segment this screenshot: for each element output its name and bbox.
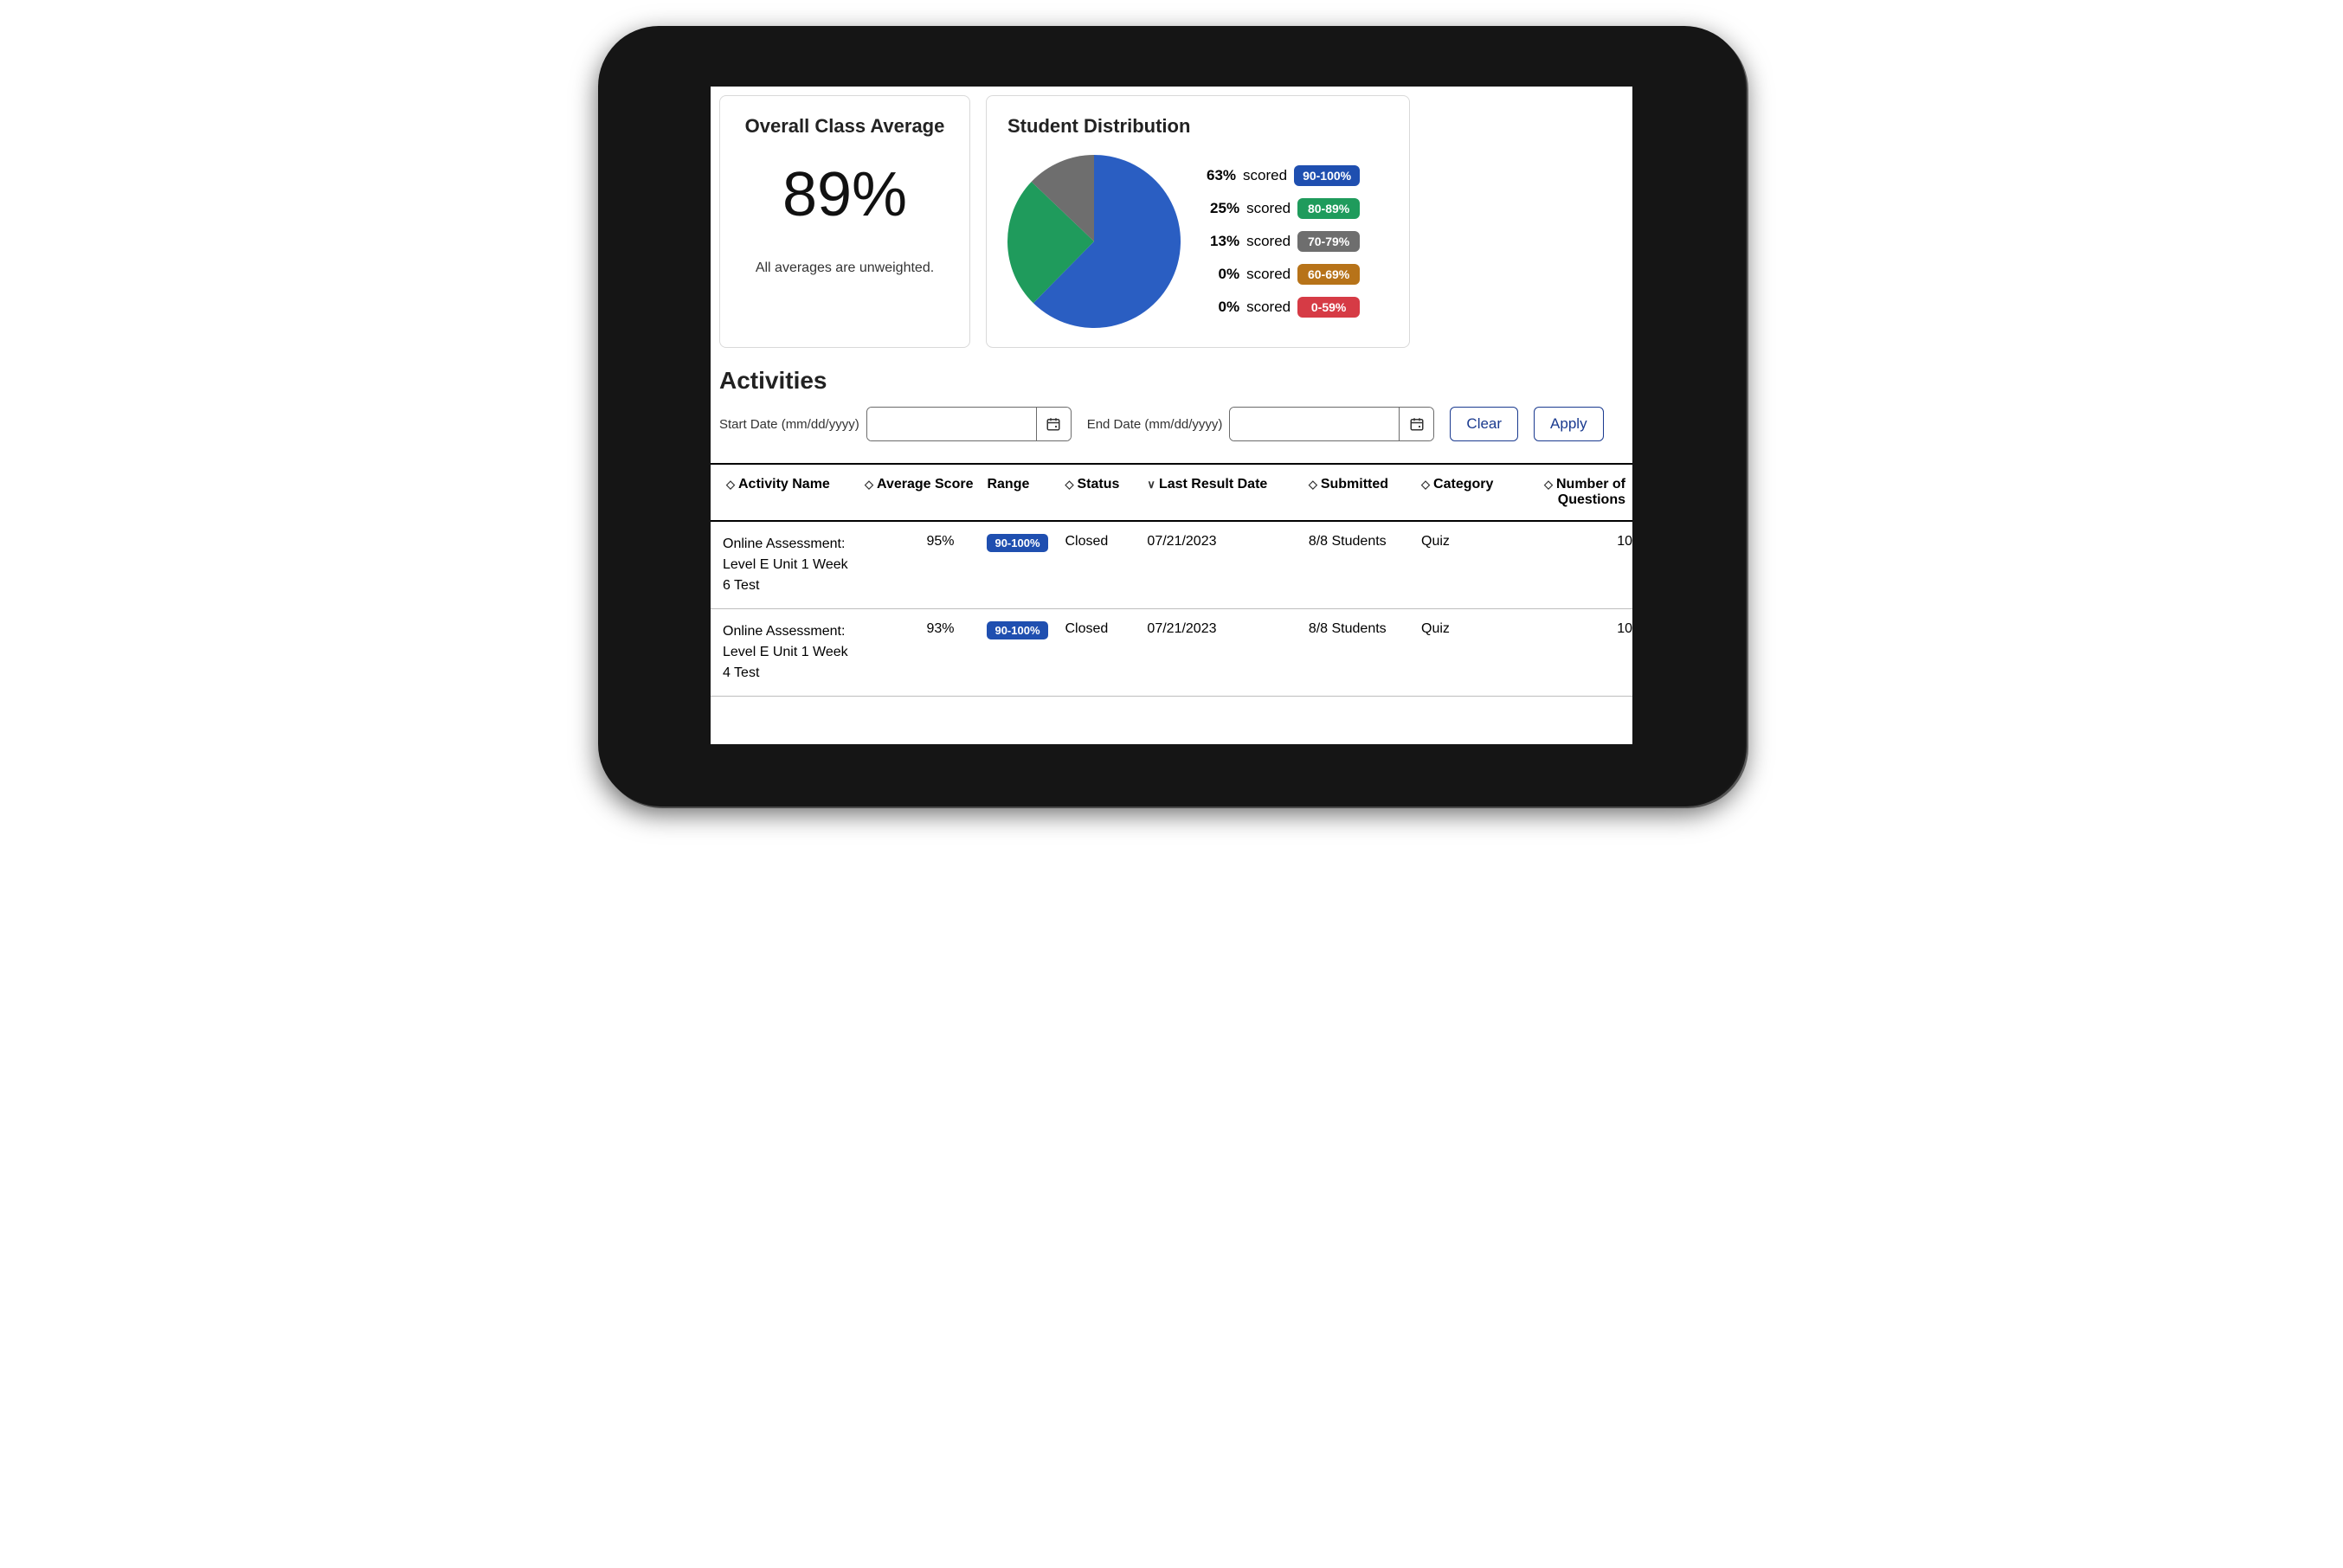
col-range[interactable]: Range [980, 464, 1058, 521]
range-badge: 90-100% [987, 621, 1047, 639]
cell-number-of-questions: 10 [1518, 609, 1632, 697]
table-row[interactable]: Online Assessment: Level E Unit 1 Week 4… [711, 609, 1632, 697]
start-date-picker-button[interactable] [1036, 408, 1071, 440]
col-last-result-date[interactable]: ∨Last Result Date [1140, 464, 1301, 521]
col-category[interactable]: ◇Category [1414, 464, 1518, 521]
col-average-score[interactable]: ◇Average Score [858, 464, 980, 521]
legend-row: 63% scored 90-100% [1207, 165, 1360, 186]
legend-row: 13% scored 70-79% [1207, 231, 1360, 252]
overall-average-title: Overall Class Average [741, 115, 949, 138]
legend-scored-word: scored [1243, 167, 1287, 184]
legend-percent: 0% [1219, 299, 1240, 316]
calendar-icon [1409, 416, 1425, 432]
col-activity-name[interactable]: ◇Activity Name [711, 464, 858, 521]
cell-average-score: 95% [858, 521, 980, 609]
legend-badge: 80-89% [1297, 198, 1360, 219]
legend-percent: 63% [1207, 167, 1236, 184]
legend-badge: 0-59% [1297, 297, 1360, 318]
cell-number-of-questions: 10 [1518, 521, 1632, 609]
student-distribution-card: Student Distribution 63%scored90-100%25%… [986, 95, 1410, 348]
sort-icon: ◇ [1421, 478, 1430, 492]
distribution-pie-chart [1007, 155, 1181, 328]
legend-percent: 25% [1210, 200, 1239, 217]
tablet-frame: Overall Class Average 89% All averages a… [598, 26, 1745, 805]
activities-table: ◇Activity Name ◇Average Score Range ◇Sta… [711, 463, 1632, 697]
cell-last-result-date: 07/21/2023 [1140, 609, 1301, 697]
legend-percent: 13% [1210, 233, 1239, 250]
legend-badge: 60-69% [1297, 264, 1360, 285]
cell-activity-name: Online Assessment: Level E Unit 1 Week 4… [711, 609, 858, 697]
end-date-picker-button[interactable] [1399, 408, 1433, 440]
end-date-input[interactable] [1230, 408, 1399, 440]
cell-last-result-date: 07/21/2023 [1140, 521, 1301, 609]
range-badge: 90-100% [987, 534, 1047, 552]
col-submitted[interactable]: ◇Submitted [1302, 464, 1414, 521]
start-date-label: Start Date (mm/dd/yyyy) [719, 417, 859, 432]
col-status[interactable]: ◇Status [1058, 464, 1140, 521]
legend-badge: 70-79% [1297, 231, 1360, 252]
overall-average-value: 89% [741, 164, 949, 226]
legend-row: 25% scored 80-89% [1207, 198, 1360, 219]
sort-icon: ◇ [865, 478, 873, 492]
legend-badge: 90-100% [1294, 165, 1360, 186]
cell-range: 90-100% [980, 521, 1058, 609]
sort-icon: ◇ [1065, 478, 1073, 492]
cell-status: Closed [1058, 521, 1140, 609]
cell-category: Quiz [1414, 521, 1518, 609]
activities-heading: Activities [711, 348, 1632, 407]
legend-scored-word: scored [1246, 299, 1291, 316]
cell-submitted: 8/8 Students [1302, 609, 1414, 697]
activities-filters: Start Date (mm/dd/yyyy) E [711, 407, 1632, 463]
sort-desc-icon: ∨ [1147, 478, 1155, 492]
start-date-input[interactable] [867, 408, 1036, 440]
sort-icon: ◇ [726, 478, 735, 492]
cell-activity-name: Online Assessment: Level E Unit 1 Week 6… [711, 521, 858, 609]
distribution-legend: 63%scored90-100%25%scored80-89%13%scored… [1207, 165, 1360, 318]
legend-row: 0% scored 0-59% [1207, 297, 1360, 318]
legend-percent: 0% [1219, 266, 1240, 283]
col-number-of-questions[interactable]: ◇Number of Questions [1518, 464, 1632, 521]
end-date-label: End Date (mm/dd/yyyy) [1087, 417, 1223, 432]
cell-average-score: 93% [858, 609, 980, 697]
cell-category: Quiz [1414, 609, 1518, 697]
overall-average-card: Overall Class Average 89% All averages a… [719, 95, 970, 348]
cell-status: Closed [1058, 609, 1140, 697]
table-row[interactable]: Online Assessment: Level E Unit 1 Week 6… [711, 521, 1632, 609]
student-distribution-title: Student Distribution [1007, 115, 1388, 138]
clear-button[interactable]: Clear [1450, 407, 1518, 441]
cell-range: 90-100% [980, 609, 1058, 697]
sort-icon: ◇ [1309, 478, 1317, 492]
legend-scored-word: scored [1246, 266, 1291, 283]
calendar-icon [1046, 416, 1061, 432]
legend-scored-word: scored [1246, 200, 1291, 217]
legend-scored-word: scored [1246, 233, 1291, 250]
apply-button[interactable]: Apply [1534, 407, 1604, 441]
legend-row: 0% scored 60-69% [1207, 264, 1360, 285]
app-screen: Overall Class Average 89% All averages a… [711, 87, 1632, 744]
sort-icon: ◇ [1544, 478, 1553, 492]
cell-submitted: 8/8 Students [1302, 521, 1414, 609]
overall-average-note: All averages are unweighted. [741, 260, 949, 276]
